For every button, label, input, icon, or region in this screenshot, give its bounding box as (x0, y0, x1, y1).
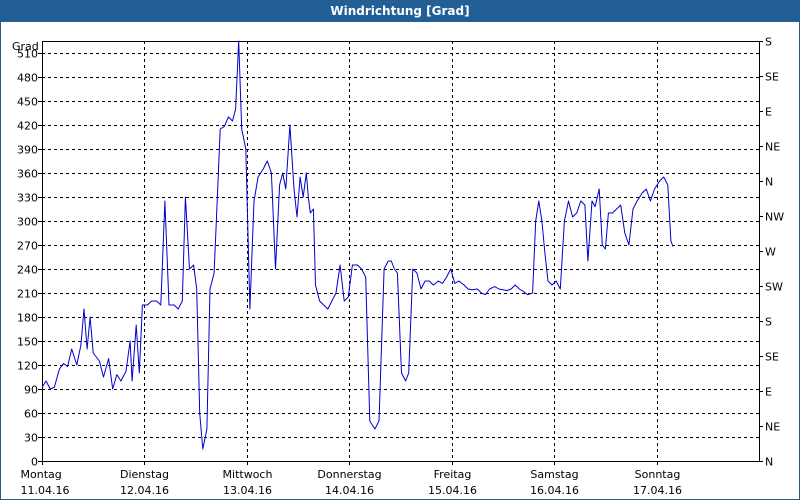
x-tick-date: 17.04.16 (633, 484, 682, 497)
x-axis: Montag 11.04.16 Dienstag 12.04.16 Mittwoch 13… (21, 461, 682, 497)
x-tick-day: Dienstag (120, 468, 169, 481)
y-tick-label: 30 (24, 432, 38, 445)
x-tick-day: Sonntag (635, 468, 681, 481)
y-tick-label: 90 (24, 384, 38, 397)
y-axis-label: Grad (12, 40, 39, 53)
y-tick-label: 390 (17, 144, 38, 157)
x-tick-date: 14.04.16 (325, 484, 374, 497)
y-tick-label: 60 (24, 408, 38, 421)
x-tick-date: 11.04.16 (21, 484, 70, 497)
y-tick-label: 330 (17, 192, 38, 205)
y-tick-label: 360 (17, 168, 38, 181)
plot-border (42, 41, 760, 462)
y-right-tick-label: NE (765, 421, 780, 434)
y-right-tick-label: S (765, 316, 772, 329)
y-right-tick-label: NW (765, 211, 784, 224)
y-tick-label: 270 (17, 240, 38, 253)
y-tick-label: 0 (31, 456, 38, 469)
y-right-tick-label: E (765, 106, 772, 119)
y-tick-label: 420 (17, 120, 38, 133)
x-tick-day: Montag (21, 468, 62, 481)
y-tick-label: 240 (17, 264, 38, 277)
chart-plot: 0 30 60 90 120 150 180 210 240 270 300 330 360 390 420… (12, 36, 784, 498)
x-tick-date: 13.04.16 (223, 484, 272, 497)
x-tick-day: Donnerstag (317, 468, 381, 481)
y-tick-label: 450 (17, 96, 38, 109)
y-axis-right: N NE E SE S SW W NW N NE E SE S (759, 36, 784, 469)
y-right-tick-label: E (765, 386, 772, 399)
y-right-tick-label: SE (765, 351, 779, 364)
y-right-tick-label: SW (765, 281, 783, 294)
y-tick-label: 180 (17, 312, 38, 325)
y-right-tick-label: NE (765, 141, 780, 154)
x-tick-day: Freitag (434, 468, 472, 481)
y-right-tick-label: N (765, 176, 773, 189)
y-tick-label: 480 (17, 72, 38, 85)
x-tick-date: 12.04.16 (120, 484, 169, 497)
x-tick-day: Mittwoch (223, 468, 273, 481)
y-right-tick-label: S (765, 36, 772, 49)
y-right-tick-label: N (765, 456, 773, 469)
grid (42, 41, 759, 461)
y-tick-label: 300 (17, 216, 38, 229)
y-tick-label: 210 (17, 288, 38, 301)
y-right-tick-label: SE (765, 71, 779, 84)
y-axis-left: 0 30 60 90 120 150 180 210 240 270 300 330 360 390 420… (17, 48, 42, 469)
y-right-tick-label: W (765, 246, 776, 259)
y-tick-label: 120 (17, 360, 38, 373)
y-tick-label: 150 (17, 336, 38, 349)
x-tick-date: 15.04.16 (428, 484, 477, 497)
x-tick-day: Samstag (530, 468, 578, 481)
x-tick-date: 16.04.16 (530, 484, 579, 497)
